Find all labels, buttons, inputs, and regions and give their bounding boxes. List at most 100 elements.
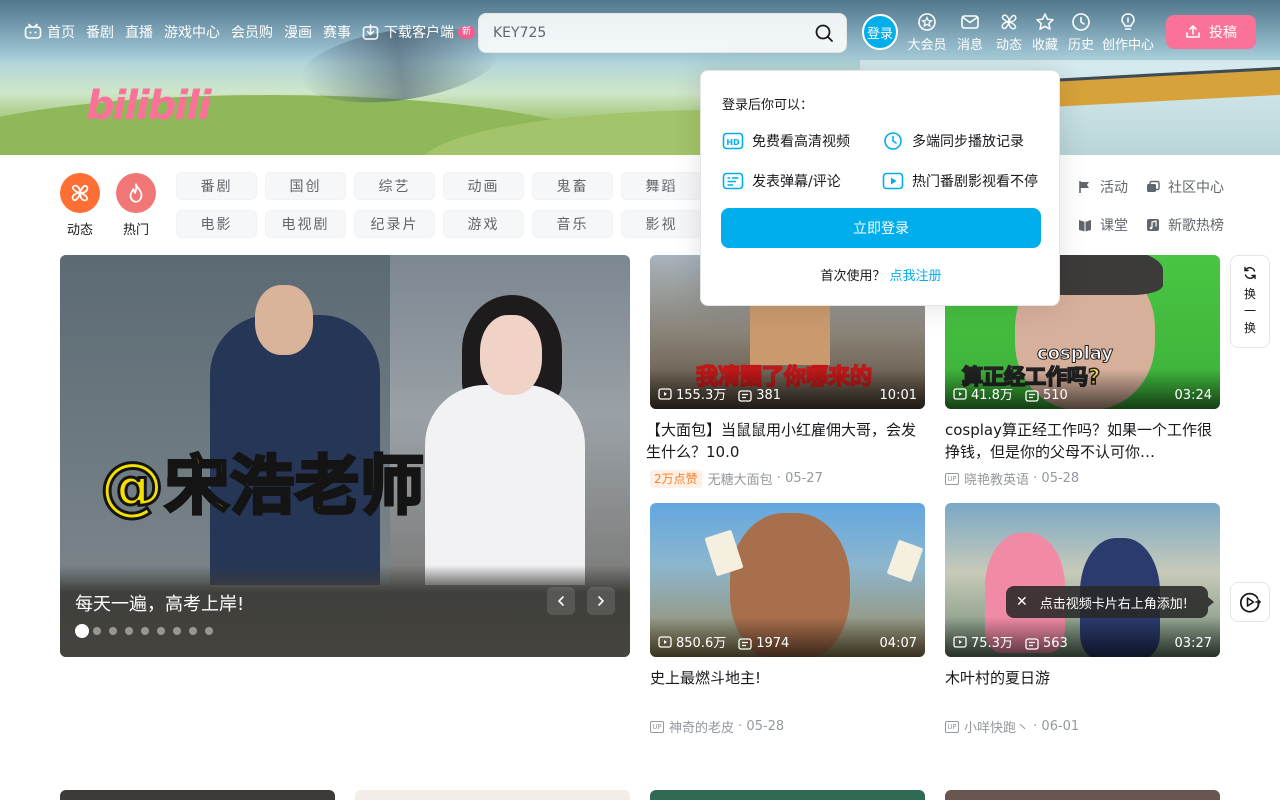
svg-text:HD: HD bbox=[726, 138, 740, 147]
video-thumbnail[interactable]: 850.6万 1974 04:07 bbox=[650, 503, 925, 657]
video-card[interactable]: 850.6万 1974 04:07 史上最燃斗地主! UP 神奇的老皮 · 05… bbox=[650, 503, 925, 736]
danmaku-count-value: 1974 bbox=[756, 636, 790, 651]
nav-dynamic[interactable]: 动态 bbox=[991, 12, 1027, 53]
link-activity[interactable]: 活动 bbox=[1078, 177, 1128, 197]
link-new-songs-label: 新歌热榜 bbox=[1168, 218, 1224, 234]
search-icon[interactable] bbox=[814, 23, 834, 43]
channel-film[interactable]: 影视 bbox=[621, 210, 702, 238]
video-author[interactable]: 晓艳教英语 bbox=[964, 469, 1029, 488]
nav-home[interactable]: 首页 bbox=[24, 22, 75, 42]
vip-icon bbox=[918, 13, 936, 31]
carousel-prev-button[interactable] bbox=[547, 587, 575, 615]
video-author[interactable]: 神奇的老皮 bbox=[669, 717, 734, 736]
login-dropdown-title: 登录后你可以： bbox=[722, 98, 814, 113]
video-thumbnail-partial[interactable] bbox=[355, 790, 630, 800]
video-info: UP 神奇的老皮 · 05-28 bbox=[650, 717, 925, 736]
video-date: 05-27 bbox=[785, 471, 823, 486]
video-card[interactable]: 75.3万 563 03:27 木叶村的夏日游 UP 小咩快跑丶 · 06-01 bbox=[945, 503, 1220, 736]
download-icon bbox=[362, 23, 379, 40]
feature-hot-shows: 热门番剧影视看不停 bbox=[882, 171, 1038, 191]
refresh-recommendations-button[interactable]: 换一换 bbox=[1230, 255, 1270, 348]
channel-dynamic-button[interactable] bbox=[60, 173, 100, 213]
video-info: 2万点赞 无糖大面包 · 05-27 bbox=[650, 469, 925, 488]
nav-game-center[interactable]: 游戏中心 bbox=[164, 22, 220, 42]
community-icon bbox=[1147, 180, 1160, 192]
feature-hd-label: 免费看高清视频 bbox=[752, 134, 850, 150]
channel-music[interactable]: 音乐 bbox=[532, 210, 613, 238]
video-title[interactable]: 史上最燃斗地主! bbox=[650, 667, 925, 711]
search-input[interactable] bbox=[493, 25, 814, 41]
thumb-card bbox=[886, 539, 924, 583]
upload-button[interactable]: 投稿 bbox=[1166, 15, 1256, 49]
view-count-value: 850.6万 bbox=[676, 636, 727, 651]
nav-manga-label: 漫画 bbox=[284, 25, 312, 41]
nav-esports[interactable]: 赛事 bbox=[323, 22, 351, 42]
nav-bangumi[interactable]: 番剧 bbox=[86, 22, 114, 42]
channel-animation[interactable]: 动画 bbox=[443, 172, 524, 200]
nav-mall[interactable]: 会员购 bbox=[231, 22, 273, 42]
channel-movie[interactable]: 电影 bbox=[176, 210, 257, 238]
video-thumbnail-partial[interactable] bbox=[945, 790, 1220, 800]
link-community-center[interactable]: 社区中心 bbox=[1146, 177, 1224, 197]
video-title[interactable]: 木叶村的夏日游 bbox=[945, 667, 1220, 711]
login-avatar-button[interactable]: 登录 bbox=[862, 14, 898, 50]
nav-vip-label: 大会员 bbox=[907, 38, 947, 53]
info-separator: · bbox=[734, 719, 747, 734]
tip-caret bbox=[1208, 597, 1214, 607]
carousel-dot[interactable] bbox=[189, 627, 197, 635]
register-link[interactable]: 点我注册 bbox=[890, 269, 942, 284]
carousel-person-head bbox=[480, 315, 542, 395]
carousel-next-button[interactable] bbox=[587, 587, 615, 615]
nav-manga[interactable]: 漫画 bbox=[284, 22, 312, 42]
likes-badge: 2万点赞 bbox=[650, 469, 702, 488]
link-activity-label: 活动 bbox=[1100, 180, 1128, 196]
channel-bangumi[interactable]: 番剧 bbox=[176, 172, 257, 200]
nav-live[interactable]: 直播 bbox=[125, 22, 153, 42]
featured-carousel[interactable]: @宋浩老师 每天一遍，高考上岸! bbox=[60, 255, 630, 657]
uploader-icon: UP bbox=[945, 472, 959, 485]
video-thumbnail[interactable]: 75.3万 563 03:27 bbox=[945, 503, 1220, 657]
video-title[interactable]: 【大面包】当鼠鼠用小红雇佣大哥，会发生什么？10.0 bbox=[646, 419, 925, 463]
channel-dance[interactable]: 舞蹈 bbox=[621, 172, 702, 200]
nav-history[interactable]: 历史 bbox=[1063, 12, 1099, 53]
carousel-dot[interactable] bbox=[125, 627, 133, 635]
danmaku-icon bbox=[722, 172, 744, 190]
channel-documentary[interactable]: 纪录片 bbox=[354, 210, 435, 238]
info-separator: · bbox=[1029, 471, 1042, 486]
nav-download-client[interactable]: 下载客户端 新 bbox=[362, 22, 476, 42]
channel-tv[interactable]: 电视剧 bbox=[265, 210, 346, 238]
carousel-dot[interactable] bbox=[205, 627, 213, 635]
channel-guichu[interactable]: 鬼畜 bbox=[532, 172, 613, 200]
tip-close-icon[interactable]: ✕ bbox=[1016, 594, 1028, 610]
link-classroom[interactable]: 课堂 bbox=[1078, 215, 1128, 235]
video-title[interactable]: cosplay算正经工作吗？如果一个工作很挣钱，但是你的父母不认可你… bbox=[945, 419, 1220, 463]
video-author[interactable]: 无糖大面包 bbox=[708, 469, 773, 488]
nav-creator-center[interactable]: 创作中心 bbox=[1099, 12, 1157, 53]
channel-hot-button[interactable] bbox=[116, 173, 156, 213]
nav-favorites[interactable]: 收藏 bbox=[1027, 12, 1063, 53]
add-to-watchlater-tip: ✕ 点击视频卡片右上角添加! bbox=[1006, 586, 1214, 618]
play-icon bbox=[882, 172, 904, 190]
video-author[interactable]: 小咩快跑丶 bbox=[964, 717, 1029, 736]
carousel-dot[interactable] bbox=[141, 627, 149, 635]
carousel-dot[interactable] bbox=[93, 627, 101, 635]
new-badge: 新 bbox=[458, 25, 476, 39]
nav-vip[interactable]: 大会员 bbox=[905, 12, 949, 53]
view-count: 155.3万 bbox=[658, 384, 726, 403]
carousel-dot[interactable] bbox=[157, 627, 165, 635]
link-new-songs[interactable]: 新歌热榜 bbox=[1146, 215, 1224, 235]
carousel-dot[interactable] bbox=[109, 627, 117, 635]
view-count-value: 75.3万 bbox=[971, 636, 1013, 651]
carousel-title[interactable]: 每天一遍，高考上岸! bbox=[75, 590, 244, 616]
video-thumbnail-partial[interactable] bbox=[650, 790, 925, 800]
channel-game[interactable]: 游戏 bbox=[443, 210, 524, 238]
watch-later-button[interactable] bbox=[1230, 582, 1270, 622]
carousel-dot[interactable] bbox=[75, 624, 89, 638]
video-thumbnail-partial[interactable] bbox=[60, 790, 335, 800]
login-now-button[interactable]: 立即登录 bbox=[721, 208, 1041, 248]
carousel-dot[interactable] bbox=[173, 627, 181, 635]
bilibili-logo[interactable]: bilibili bbox=[86, 80, 212, 132]
nav-messages[interactable]: 消息 bbox=[949, 12, 991, 53]
channel-variety[interactable]: 综艺 bbox=[354, 172, 435, 200]
channel-guochuang[interactable]: 国创 bbox=[265, 172, 346, 200]
